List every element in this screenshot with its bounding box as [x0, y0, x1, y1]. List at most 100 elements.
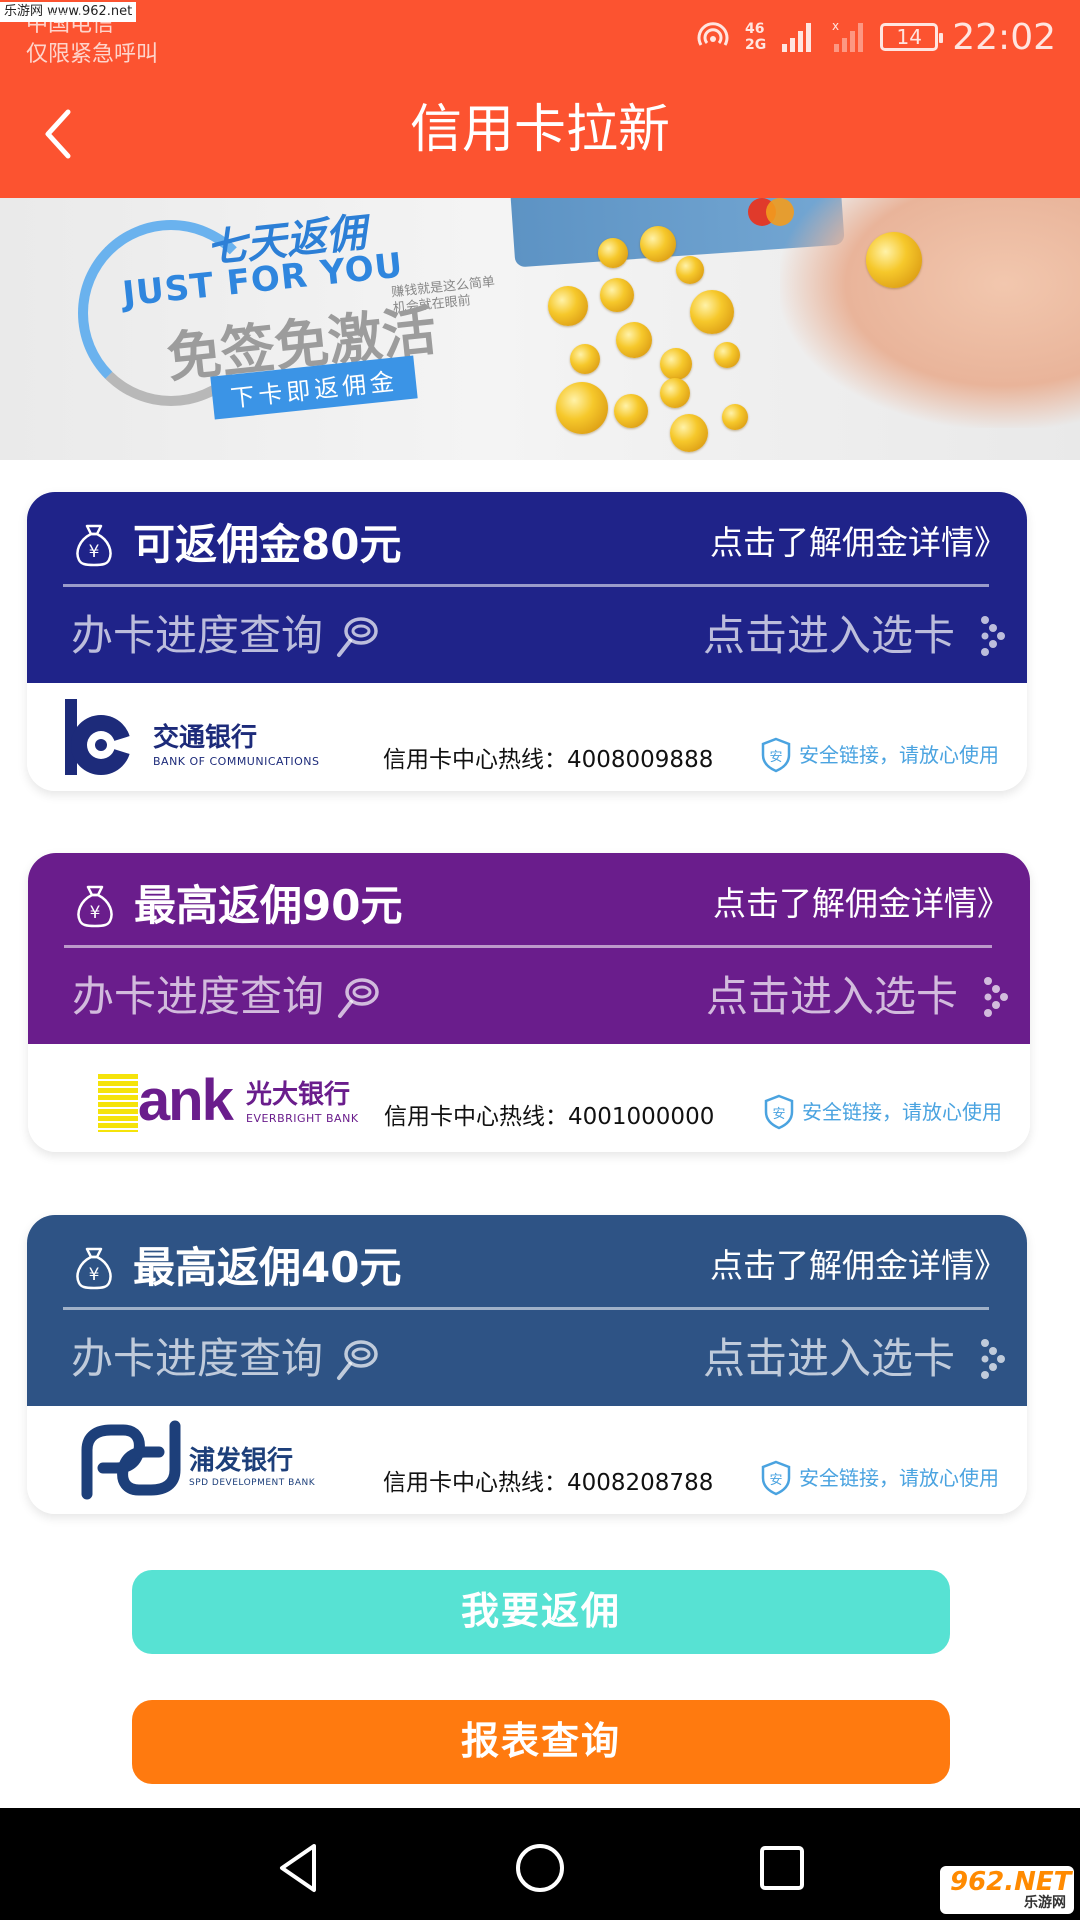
- coin-icon: [676, 256, 704, 284]
- bank-name-en: BANK OF COMMUNICATIONS: [153, 755, 320, 768]
- nav-recents-icon[interactable]: [752, 1838, 812, 1898]
- page-title: 信用卡拉新: [409, 100, 670, 160]
- commission-detail-link[interactable]: 点击了解佣金详情》: [710, 520, 1007, 566]
- dotted-arrow-icon: [981, 1339, 1005, 1379]
- card-header: ¥ 可返佣金80元 点击了解佣金详情》 办卡进度查询 点击进入选卡: [27, 492, 1027, 683]
- coin-icon: [660, 348, 692, 380]
- select-card-link[interactable]: 点击进入选卡: [703, 1331, 1007, 1387]
- site-watermark-main: 962.NET: [950, 1867, 1072, 1897]
- bank-name: 交通银行: [153, 723, 258, 753]
- spd-bank-logo-icon: [81, 1420, 181, 1500]
- status-icons: 46 2G x 14 22:02: [695, 12, 1056, 62]
- commission-detail-link[interactable]: 点击了解佣金详情》: [713, 881, 1010, 927]
- card-header: ¥ 最高返佣40元 点击了解佣金详情》 办卡进度查询 点击进入选卡: [27, 1215, 1027, 1406]
- emergency-only-text: 仅限紧急呼叫: [26, 42, 159, 67]
- secure-text: 安全链接，请放心使用: [799, 743, 999, 767]
- coin-icon: [570, 344, 600, 374]
- coin-icon: [556, 382, 608, 434]
- secure-link-notice: 安 安全链接，请放心使用: [761, 1460, 999, 1496]
- bank-logo: Bank 光大银行 EVERBRIGHT BANK: [62, 1054, 362, 1144]
- request-rebate-button[interactable]: 我要返佣: [132, 1570, 950, 1654]
- bank-card-everbright: ¥ 最高返佣90元 点击了解佣金详情》 办卡进度查询 点击进入选卡 Bank 光…: [28, 853, 1030, 1152]
- nav-back-icon[interactable]: [270, 1838, 330, 1898]
- progress-query-label: 办卡进度查询: [71, 1334, 324, 1383]
- card-divider: [63, 1307, 989, 1310]
- secure-link-notice: 安 安全链接，请放心使用: [764, 1094, 1002, 1130]
- svg-text:¥: ¥: [90, 903, 101, 923]
- coin-icon: [616, 322, 652, 358]
- coin-icon: [722, 404, 748, 430]
- hotspot-icon: [697, 22, 729, 46]
- select-card-link[interactable]: 点击进入选卡: [706, 969, 1010, 1025]
- card-footer: 浦发银行 SPD DEVELOPMENT BANK 信用卡中心热线：400820…: [27, 1406, 1027, 1514]
- everbright-logo-mark: [98, 1074, 138, 1132]
- progress-query-link[interactable]: 办卡进度查询: [71, 1331, 381, 1387]
- commission-amount: 最高返佣90元: [134, 881, 403, 930]
- coin-icon: [640, 226, 676, 262]
- svg-text:安: 安: [772, 1107, 785, 1122]
- bank-name-en: SPD DEVELOPMENT BANK: [189, 1478, 316, 1488]
- coin-icon: [600, 278, 634, 312]
- signal-type-bottom: 2G: [745, 37, 767, 53]
- carrier-name: 中国电信: [26, 12, 115, 37]
- search-icon: [337, 617, 378, 657]
- bank-name: 光大银行: [246, 1080, 351, 1110]
- battery-icon: 14: [880, 23, 944, 51]
- select-card-label: 点击进入选卡: [702, 1334, 955, 1383]
- signal-type-top: 46: [745, 21, 765, 37]
- hotline-text: 信用卡中心热线：4008208788: [383, 1470, 714, 1496]
- hotline-text: 信用卡中心热线：4008009888: [383, 747, 714, 773]
- bank-name-en: EVERBRIGHT BANK: [246, 1112, 359, 1125]
- system-nav-bar: [0, 1808, 1080, 1920]
- shield-icon: 安: [761, 1460, 791, 1496]
- coin-icon: [614, 394, 648, 428]
- hand-illustration: [780, 198, 1080, 428]
- select-card-link[interactable]: 点击进入选卡: [703, 608, 1007, 664]
- progress-query-label: 办卡进度查询: [72, 972, 325, 1021]
- bank-card-spd: ¥ 最高返佣40元 点击了解佣金详情》 办卡进度查询 点击进入选卡 浦发银行 S…: [27, 1215, 1027, 1514]
- dotted-arrow-icon: [981, 616, 1005, 656]
- card-footer: 交通银行 BANK OF COMMUNICATIONS 信用卡中心热线：4008…: [27, 683, 1027, 791]
- secure-link-notice: 安 安全链接，请放心使用: [761, 737, 999, 773]
- battery-level: 14: [896, 25, 922, 49]
- svg-text:安: 安: [769, 1473, 782, 1488]
- card-divider: [63, 584, 989, 587]
- money-bag-icon: ¥: [77, 885, 113, 928]
- commission-amount: 最高返佣40元: [133, 1243, 402, 1292]
- report-query-button[interactable]: 报表查询: [132, 1700, 950, 1784]
- status-clock: 22:02: [952, 16, 1056, 58]
- select-card-label: 点击进入选卡: [705, 972, 958, 1021]
- search-icon: [337, 1340, 378, 1380]
- progress-query-link[interactable]: 办卡进度查询: [71, 608, 381, 664]
- header-bar: 乐游网 www.962.net 中国电信 仅限紧急呼叫 46 2G x 14 2…: [0, 0, 1080, 198]
- select-card-label: 点击进入选卡: [702, 611, 955, 660]
- coin-icon: [866, 232, 922, 288]
- coin-icon: [598, 238, 628, 268]
- progress-query-link[interactable]: 办卡进度查询: [72, 969, 382, 1025]
- signal-type: 46 2G: [745, 21, 766, 53]
- bank-logo: 浦发银行 SPD DEVELOPMENT BANK: [61, 1416, 361, 1506]
- bank-of-communications-logo-icon: [65, 699, 133, 775]
- no-signal-icon: x: [832, 20, 864, 52]
- promo-banner[interactable]: 七天返佣 JUST FOR YOU 赚钱就是这么简单 机会就在眼前 免签免激活 …: [0, 198, 1080, 460]
- site-watermark-sub: 乐游网: [1024, 1895, 1066, 1911]
- coin-icon: [670, 414, 708, 452]
- svg-text:¥: ¥: [89, 1265, 100, 1285]
- hotline-text: 信用卡中心热线：4001000000: [384, 1104, 715, 1130]
- svg-text:x: x: [832, 20, 839, 33]
- status-carrier: 中国电信 仅限紧急呼叫: [26, 10, 158, 70]
- secure-text: 安全链接，请放心使用: [802, 1100, 1002, 1124]
- svg-text:安: 安: [769, 750, 782, 765]
- bank-name: 浦发银行: [189, 1446, 294, 1476]
- commission-detail-link[interactable]: 点击了解佣金详情》: [710, 1243, 1007, 1289]
- nav-home-icon[interactable]: [510, 1838, 570, 1898]
- secure-text: 安全链接，请放心使用: [799, 1466, 999, 1490]
- dotted-arrow-icon: [984, 977, 1008, 1017]
- coin-icon: [690, 290, 734, 334]
- card-divider: [64, 945, 992, 948]
- coin-icon: [714, 342, 740, 368]
- shield-icon: 安: [764, 1094, 794, 1130]
- signal-bars-icon: [782, 23, 812, 52]
- svg-text:¥: ¥: [89, 542, 100, 562]
- search-icon: [338, 978, 379, 1018]
